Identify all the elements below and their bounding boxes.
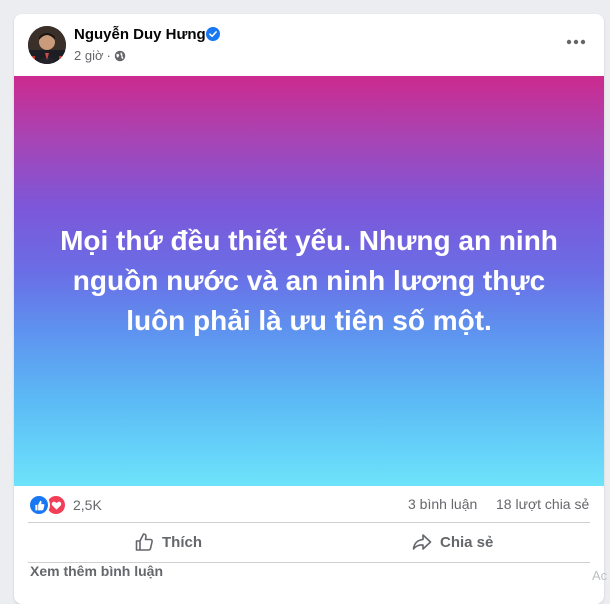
corner-clipped-text: Ac <box>592 568 608 583</box>
verified-badge-icon <box>206 27 220 41</box>
love-reaction-glyph <box>51 501 61 510</box>
post-header: Nguyễn Duy Hưng 2 giờ · <box>14 14 604 76</box>
like-reaction-glyph <box>34 500 44 510</box>
more-options-icon <box>566 39 586 45</box>
thumbs-up-icon <box>135 533 153 551</box>
share-button-label: Chia sẻ <box>440 533 494 551</box>
post-actions: Thích Chia sẻ <box>14 522 604 562</box>
more-options-button[interactable] <box>562 32 590 52</box>
post-stats: 2,5K 3 bình luận 18 lượt chia sẻ <box>14 486 604 522</box>
author-avatar[interactable] <box>28 26 66 64</box>
share-button[interactable]: Chia sẻ <box>412 526 493 558</box>
post-body-text: Mọi thứ đều thiết yếu. Nhưng an ninh ngu… <box>60 225 558 336</box>
reaction-count: 2,5K <box>73 497 102 513</box>
globe-icon <box>114 50 126 61</box>
see-more-comments-link[interactable]: Xem thêm bình luận <box>30 563 163 579</box>
like-reaction-icon <box>28 494 50 516</box>
like-button-label: Thích <box>162 533 202 551</box>
avatar-image <box>28 26 66 64</box>
reactions-summary[interactable]: 2,5K <box>28 494 102 516</box>
post-card: Nguyễn Duy Hưng 2 giờ · Mọi thứ đều thiế… <box>14 14 604 604</box>
post-time[interactable]: 2 giờ <box>74 48 104 63</box>
author-name[interactable]: Nguyễn Duy Hưng <box>74 26 206 43</box>
like-button[interactable]: Thích <box>134 526 202 558</box>
comments-count[interactable]: 3 bình luận <box>408 496 477 512</box>
post-text-banner: Mọi thứ đều thiết yếu. Nhưng an ninh ngu… <box>14 76 604 486</box>
share-arrow-icon <box>412 534 432 550</box>
post-meta: 2 giờ · <box>74 48 126 63</box>
meta-separator: · <box>106 48 111 63</box>
shares-count[interactable]: 18 lượt chia sẻ <box>496 496 589 512</box>
